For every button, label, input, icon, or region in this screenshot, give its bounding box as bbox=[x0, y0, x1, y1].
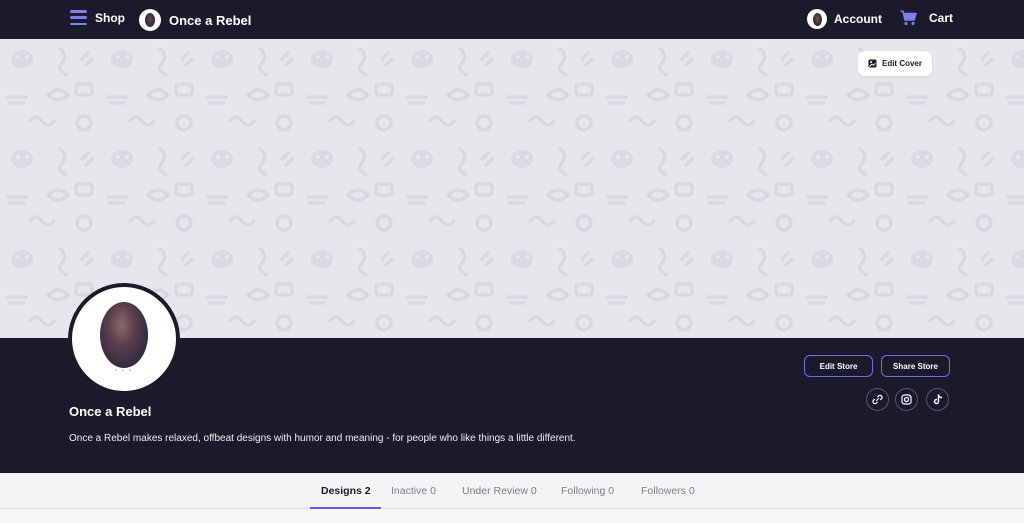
shop-menu-button[interactable]: Shop bbox=[70, 10, 125, 25]
account-avatar bbox=[807, 9, 827, 29]
account-label: Account bbox=[834, 12, 882, 26]
tab-followers[interactable]: Followers 0 bbox=[641, 485, 695, 497]
avatar-caption-dots: • • • bbox=[114, 368, 134, 374]
tiktok-icon[interactable] bbox=[926, 388, 949, 411]
cart-label: Cart bbox=[929, 11, 954, 25]
instagram-icon[interactable] bbox=[895, 388, 918, 411]
store-tabs: Designs 2 Inactive 0 Under Review 0 Foll… bbox=[0, 473, 1024, 509]
edit-store-button[interactable]: Edit Store bbox=[804, 355, 873, 377]
brand-avatar bbox=[139, 9, 161, 31]
store-name: Once a Rebel bbox=[69, 404, 152, 419]
top-nav: Shop Once a Rebel Account Cart bbox=[0, 0, 1024, 39]
share-store-button[interactable]: Share Store bbox=[881, 355, 950, 377]
tab-inactive[interactable]: Inactive 0 bbox=[391, 485, 436, 497]
brand-name: Once a Rebel bbox=[169, 12, 252, 28]
tab-under-review[interactable]: Under Review 0 bbox=[462, 485, 537, 497]
content-area bbox=[0, 510, 1024, 523]
fingerprint-logo bbox=[100, 302, 148, 368]
active-tab-indicator bbox=[310, 507, 381, 509]
account-button[interactable]: Account bbox=[807, 9, 882, 29]
link-icon[interactable] bbox=[866, 388, 889, 411]
tab-following[interactable]: Following 0 bbox=[561, 485, 614, 497]
cart-icon bbox=[900, 10, 917, 26]
edit-cover-button[interactable]: Edit Cover bbox=[858, 51, 932, 76]
brand-link[interactable]: Once a Rebel bbox=[139, 9, 251, 31]
store-description: Once a Rebel makes relaxed, offbeat desi… bbox=[69, 433, 576, 444]
image-icon bbox=[868, 59, 877, 68]
edit-cover-label: Edit Cover bbox=[881, 59, 922, 68]
hamburger-icon bbox=[70, 10, 87, 25]
shop-label: Shop bbox=[95, 10, 125, 25]
store-avatar[interactable]: • • • bbox=[69, 284, 179, 394]
tab-designs[interactable]: Designs 2 bbox=[321, 485, 371, 497]
cart-button[interactable]: Cart bbox=[900, 10, 953, 26]
